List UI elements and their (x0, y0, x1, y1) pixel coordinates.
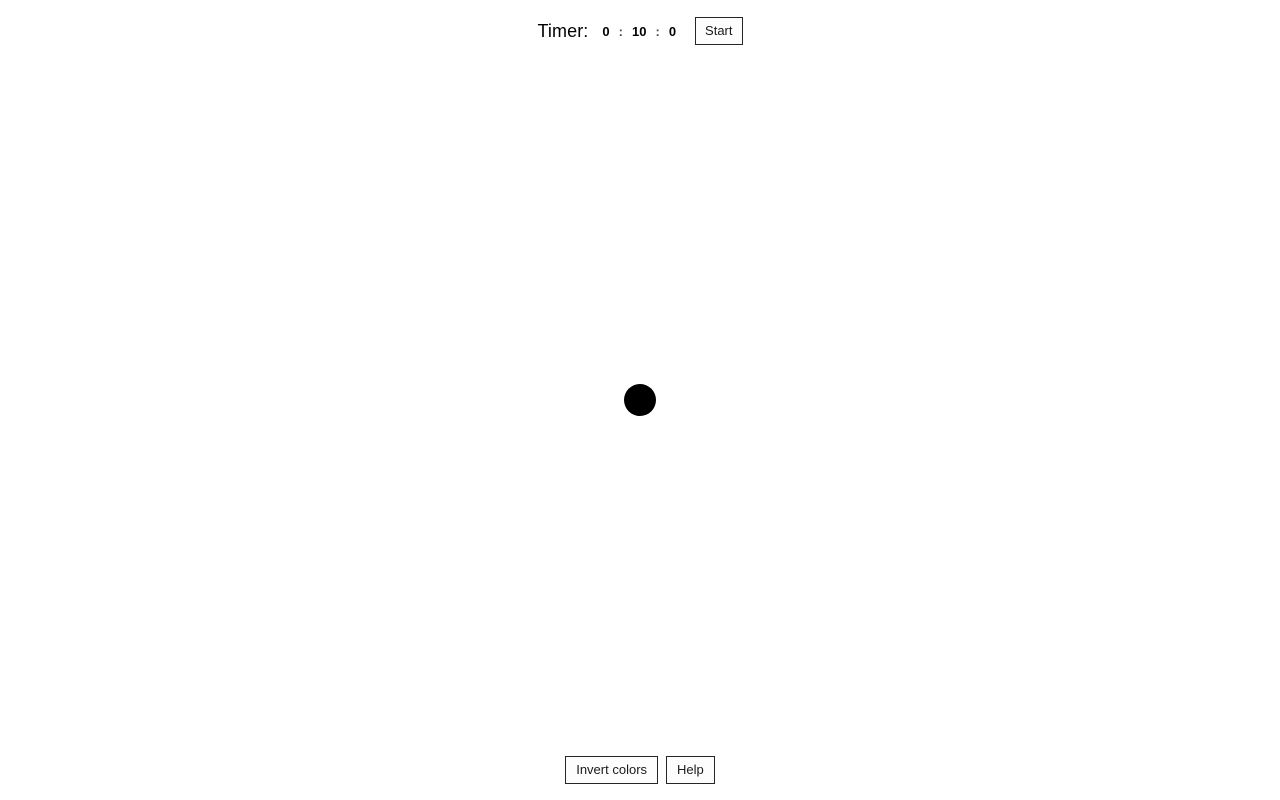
timer-minutes-field[interactable]: 10 (628, 23, 650, 40)
metronome-dot (624, 384, 656, 416)
timer-row: Timer: 0 : 10 : 0 Start (537, 11, 743, 51)
canvas-area[interactable] (0, 62, 1280, 742)
help-button[interactable]: Help (666, 755, 715, 784)
timer-hours-field[interactable]: 0 (598, 23, 613, 40)
timer-bar: Timer: 0 : 10 : 0 Start (0, 0, 1280, 62)
start-button[interactable]: Start (695, 17, 743, 45)
timer-separator-2: : (655, 23, 660, 39)
timer-seconds-field[interactable]: 0 (665, 23, 680, 40)
timer-separator-1: : (618, 23, 623, 39)
timer-label: Timer: (537, 21, 589, 41)
bottom-toolbar: Invert colors Help (0, 755, 1280, 784)
invert-colors-button[interactable]: Invert colors (565, 755, 659, 784)
